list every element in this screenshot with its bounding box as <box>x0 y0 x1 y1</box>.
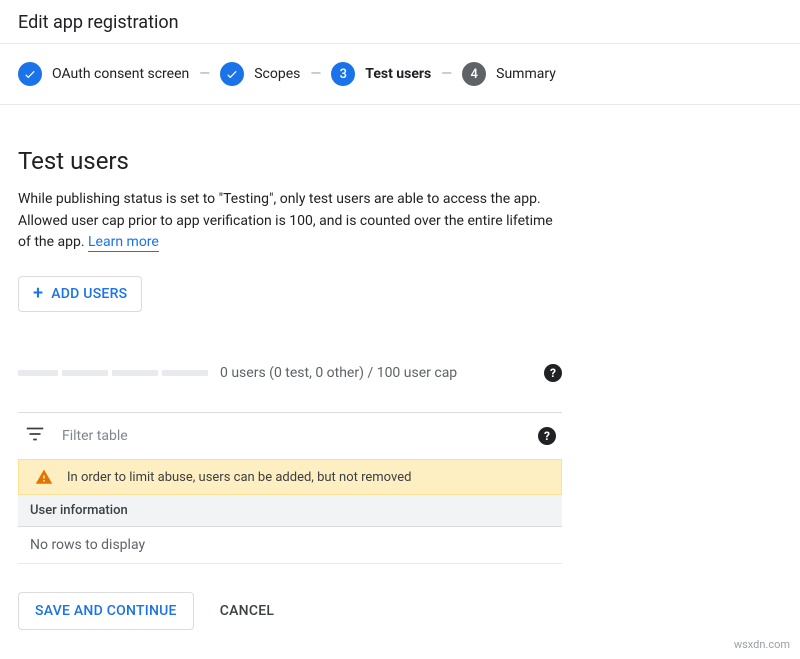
warning-icon <box>35 468 53 486</box>
table-header: User information <box>18 495 562 527</box>
step-connector: — <box>310 66 321 82</box>
warning-text: In order to limit abuse, users can be ad… <box>67 470 411 485</box>
page-header: Edit app registration <box>0 0 800 44</box>
page-title: Edit app registration <box>18 12 782 33</box>
step-connector: — <box>441 66 452 82</box>
check-icon <box>220 62 244 86</box>
step-label: Summary <box>496 66 556 82</box>
table-empty-message: No rows to display <box>18 527 562 564</box>
learn-more-link[interactable]: Learn more <box>88 234 159 252</box>
step-connector: — <box>199 66 210 82</box>
plus-icon: + <box>33 285 43 303</box>
step-label: Scopes <box>254 66 300 82</box>
add-users-label: ADD USERS <box>51 286 127 302</box>
usage-segment <box>18 370 58 376</box>
filter-row: ? <box>18 413 562 459</box>
section-description: While publishing status is set to "Testi… <box>18 189 562 254</box>
usage-segment <box>112 370 158 376</box>
add-users-button[interactable]: + ADD USERS <box>18 276 142 312</box>
cancel-button[interactable]: CANCEL <box>214 602 280 620</box>
step-scopes[interactable]: Scopes <box>220 62 300 86</box>
users-table: ? In order to limit abuse, users can be … <box>18 412 562 564</box>
step-label: OAuth consent screen <box>52 66 189 82</box>
action-bar: SAVE AND CONTINUE CANCEL <box>18 592 562 630</box>
filter-icon[interactable] <box>24 423 46 449</box>
section-title: Test users <box>18 147 562 175</box>
usage-segment <box>162 370 208 376</box>
filter-input[interactable] <box>60 427 524 445</box>
warning-banner: In order to limit abuse, users can be ad… <box>18 459 562 495</box>
stepper: OAuth consent screen — Scopes — 3 Test u… <box>0 44 800 105</box>
usage-text: 0 users (0 test, 0 other) / 100 user cap <box>220 365 532 381</box>
check-icon <box>18 62 42 86</box>
save-and-continue-button[interactable]: SAVE AND CONTINUE <box>18 592 194 630</box>
usage-bar <box>18 370 208 376</box>
main-content: Test users While publishing status is se… <box>0 105 580 648</box>
step-test-users[interactable]: 3 Test users <box>331 62 431 86</box>
step-label: Test users <box>365 66 431 82</box>
watermark: wsxdn.com <box>734 638 790 651</box>
help-icon[interactable]: ? <box>538 427 556 445</box>
step-number-icon: 3 <box>331 62 355 86</box>
usage-row: 0 users (0 test, 0 other) / 100 user cap… <box>18 364 562 382</box>
help-icon[interactable]: ? <box>544 364 562 382</box>
usage-segment <box>62 370 108 376</box>
step-oauth-consent[interactable]: OAuth consent screen <box>18 62 189 86</box>
step-summary[interactable]: 4 Summary <box>462 62 556 86</box>
step-number-icon: 4 <box>462 62 486 86</box>
